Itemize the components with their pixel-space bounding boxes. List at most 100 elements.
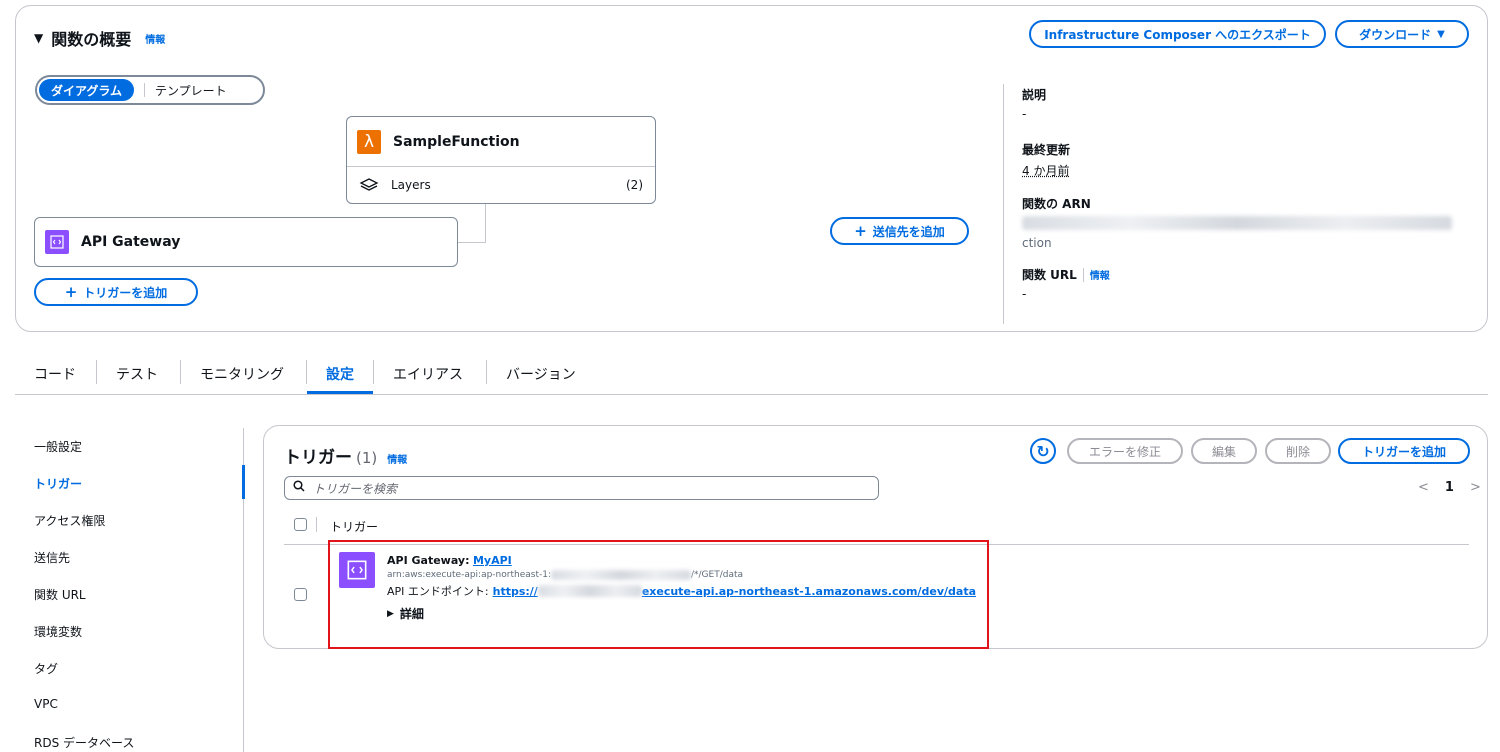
export-composer-button[interactable]: Infrastructure Composer へのエクスポート xyxy=(1029,20,1326,48)
function-overview-panel: ▼ 関数の概要 情報 Infrastructure Composer へのエクス… xyxy=(15,5,1488,332)
download-label: ダウンロード xyxy=(1359,27,1432,42)
tab-divider xyxy=(180,360,181,384)
tab-divider xyxy=(96,360,97,384)
endpoint-suffix: execute-api.ap-northeast-1.amazonaws.com… xyxy=(641,584,977,598)
connector-line xyxy=(457,242,486,243)
layers-label[interactable]: Layers xyxy=(391,178,431,192)
side-nav-rds[interactable]: RDS データベース xyxy=(34,734,134,751)
tab-configuration[interactable]: 設定 xyxy=(326,364,354,384)
delete-label: 削除 xyxy=(1285,444,1310,459)
arn-redacted xyxy=(1022,216,1452,230)
arn-redacted xyxy=(550,570,691,580)
description-value: - xyxy=(1022,107,1027,121)
column-header-trigger: トリガー xyxy=(330,520,379,534)
triggers-info-link[interactable]: 情報 xyxy=(387,451,407,466)
tab-divider xyxy=(306,360,307,384)
add-destination-label: 送信先を追加 xyxy=(872,224,945,239)
tab-divider xyxy=(373,360,374,384)
triggers-header: トリガー (1) 情報 xyxy=(284,443,407,468)
triggers-count: (1) xyxy=(356,449,378,467)
add-trigger-label: トリガーを追加 xyxy=(83,285,168,300)
chevron-right-icon[interactable]: > xyxy=(1470,480,1481,495)
last-modified-value: 4 か月前 xyxy=(1022,164,1070,178)
function-details: 説明 - 最終更新 4 か月前 関数の ARN ction 関数 URL 情報 … xyxy=(1022,86,1472,301)
delete-button[interactable]: 削除 xyxy=(1265,438,1331,464)
header-divider xyxy=(316,517,317,532)
trigger-source-link[interactable]: MyAPI xyxy=(473,554,512,567)
endpoint-label: API エンドポイント: xyxy=(387,585,489,598)
trigger-search-input[interactable]: トリガーを検索 xyxy=(284,476,879,500)
side-nav-general[interactable]: 一般設定 xyxy=(34,438,82,455)
trigger-arn-suffix: /*/GET/data xyxy=(690,570,744,580)
fix-errors-button[interactable]: エラーを修正 xyxy=(1067,438,1183,464)
last-modified-label: 最終更新 xyxy=(1022,143,1071,157)
export-composer-label: Infrastructure Composer へのエクスポート xyxy=(1044,27,1311,42)
add-trigger-button[interactable]: + トリガーを追加 xyxy=(34,278,198,306)
endpoint-link[interactable]: https:// execute-api.ap-northeast-1.amaz… xyxy=(493,585,976,598)
tabs-bottom-border xyxy=(15,394,1488,395)
search-icon xyxy=(293,480,305,496)
side-nav-permissions[interactable]: アクセス権限 xyxy=(34,512,105,529)
label-divider xyxy=(1082,267,1084,282)
view-toggle: ダイアグラム テンプレート xyxy=(35,75,265,105)
details-toggle-label: 詳細 xyxy=(399,607,424,621)
trigger-arn-prefix: arn:aws:execute-api:ap-northeast-1: xyxy=(387,570,551,580)
fix-errors-label: エラーを修正 xyxy=(1088,444,1161,459)
arn-value: ction xyxy=(1022,216,1472,250)
pagination: < 1 > xyxy=(1418,480,1481,495)
endpoint-prefix: https:// xyxy=(492,584,538,598)
side-nav-env-vars[interactable]: 環境変数 xyxy=(34,623,82,640)
overview-info-link[interactable]: 情報 xyxy=(145,31,165,46)
function-url-label: 関数 URL xyxy=(1022,268,1077,282)
tab-monitoring[interactable]: モニタリング xyxy=(200,364,284,384)
tab-template[interactable]: テンプレート xyxy=(155,82,227,99)
caret-right-icon: ▶ xyxy=(387,608,394,619)
side-nav-triggers[interactable]: トリガー xyxy=(34,475,82,492)
tab-aliases[interactable]: エイリアス xyxy=(393,364,463,384)
side-nav-active-indicator xyxy=(242,465,245,499)
side-nav-vpc[interactable]: VPC xyxy=(34,697,58,711)
tab-code[interactable]: コード xyxy=(34,364,76,384)
layers-count: (2) xyxy=(626,178,643,192)
arn-label: 関数の ARN xyxy=(1022,197,1091,211)
function-name: SampleFunction xyxy=(393,133,520,150)
caret-down-icon: ▼ xyxy=(1437,28,1445,40)
select-all-checkbox[interactable] xyxy=(294,518,307,531)
refresh-icon[interactable]: ↻ xyxy=(1030,438,1056,464)
plus-icon: + xyxy=(854,222,867,240)
chevron-left-icon[interactable]: < xyxy=(1418,480,1429,495)
tab-diagram[interactable]: ダイアグラム xyxy=(39,79,135,101)
caret-down-icon[interactable]: ▼ xyxy=(34,31,43,45)
edit-label: 編集 xyxy=(1211,444,1236,459)
details-divider xyxy=(1003,84,1004,324)
api-gateway-icon xyxy=(45,230,69,254)
trigger-source-label: API Gateway: xyxy=(387,554,470,567)
side-nav-destinations[interactable]: 送信先 xyxy=(34,549,70,566)
side-nav-tags[interactable]: タグ xyxy=(34,660,58,677)
function-node[interactable]: λ SampleFunction Layers (2) xyxy=(346,116,656,204)
overview-header: ▼ 関数の概要 情報 xyxy=(34,26,165,50)
edit-button[interactable]: 編集 xyxy=(1191,438,1257,464)
arn-tail: ction xyxy=(1022,236,1052,250)
add-trigger-panel-button[interactable]: トリガーを追加 xyxy=(1338,438,1470,464)
api-gateway-node[interactable]: API Gateway xyxy=(34,217,458,267)
details-expander[interactable]: ▶ 詳細 xyxy=(387,605,987,622)
side-nav-function-url[interactable]: 関数 URL xyxy=(34,586,86,603)
tab-test[interactable]: テスト xyxy=(116,364,158,384)
api-gateway-icon xyxy=(339,552,375,588)
connector-line xyxy=(485,204,486,243)
endpoint-redacted xyxy=(537,585,642,597)
search-placeholder: トリガーを検索 xyxy=(313,481,398,496)
plus-icon: + xyxy=(64,283,78,301)
api-gateway-name: API Gateway xyxy=(81,234,181,250)
page-number[interactable]: 1 xyxy=(1445,480,1454,495)
overview-title: 関数の概要 xyxy=(51,30,132,49)
description-label: 説明 xyxy=(1022,88,1047,102)
triggers-title: トリガー xyxy=(284,448,352,468)
download-button[interactable]: ダウンロード ▼ xyxy=(1335,20,1469,48)
row-checkbox[interactable] xyxy=(294,588,307,601)
function-url-info-link[interactable]: 情報 xyxy=(1090,267,1110,282)
add-destination-button[interactable]: + 送信先を追加 xyxy=(830,217,969,245)
tab-versions[interactable]: バージョン xyxy=(506,364,576,384)
layers-icon xyxy=(359,177,381,193)
